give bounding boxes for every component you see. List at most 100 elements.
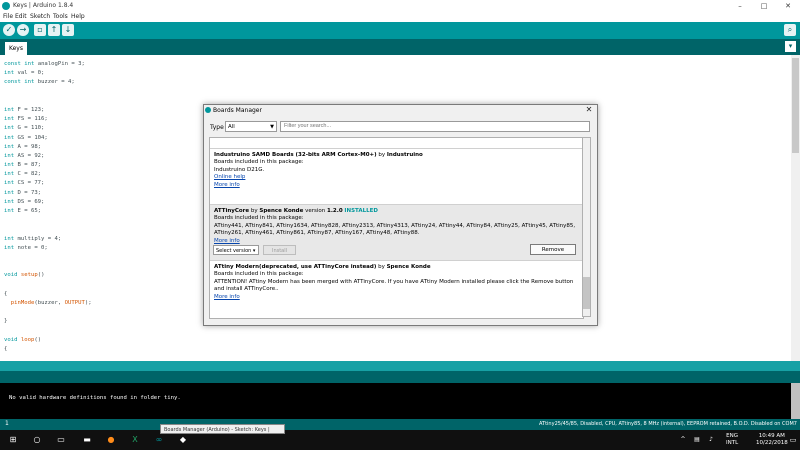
code-line: int val = 0; [4,70,45,77]
menu-file[interactable]: File [3,13,13,20]
package-description: ATTENTION! ATtiny Modern has been merged… [214,278,574,293]
boards-list-text: Industruino D21G. [214,166,265,173]
type-label: Type [210,124,224,131]
more-info-link[interactable]: More info [214,238,579,245]
dialog-close-button[interactable]: ✕ [583,105,595,115]
network-icon[interactable]: ▤ [690,433,704,447]
clock[interactable]: 10:49 AM 10/22/2018 [756,433,788,447]
tray-chevron-icon[interactable]: ^ [676,433,690,447]
list-item[interactable]: Industruino SAMD Boards (32-bits ARM Cor… [210,148,583,205]
code-line: int B = 87; [4,162,42,169]
package-version: 1.2.0 [327,208,343,214]
minimize-button[interactable]: – [728,0,752,12]
code-line: int A = 98; [4,143,42,150]
close-window-button[interactable]: ✕ [776,0,800,12]
select-version-dropdown[interactable]: Select version ▾ [213,245,259,255]
code-line: int FS = 116; [4,116,48,123]
console-scrollbar[interactable] [791,383,800,419]
lang-code: ENG [726,433,739,439]
search-icon[interactable]: ○ [30,433,44,447]
code-line: const int buzzer = 4; [4,79,75,86]
message-bar [0,371,800,383]
lang-layout: INTL [726,440,739,446]
code-line: { [4,290,8,297]
open-sketch-icon[interactable]: ↑ [48,24,60,36]
code-line: void setup() [4,272,45,279]
menu-edit[interactable]: Edit [15,13,27,20]
file-explorer-icon[interactable]: ▬ [80,433,94,447]
dialog-title: Boards Manager [213,107,262,114]
app-taskbar-icon[interactable]: ◆ [176,433,190,447]
menu-tools[interactable]: Tools [53,13,68,20]
excel-icon[interactable]: X [128,433,142,447]
line-number: 1 [5,420,9,427]
boards-label: Boards included in this package: [214,271,304,278]
boards-list-text: ATtiny441, ATtiny841, ATtiny1634, ATtiny… [214,222,576,237]
tab-row [0,39,800,55]
code-line: } [4,318,8,325]
more-info-link[interactable]: More info [214,182,579,189]
list-item[interactable]: ATtiny Modern(deprecated, use ATTinyCore… [210,260,583,318]
console-panel [0,383,800,419]
tab-keys[interactable]: Keys [5,42,27,55]
taskbar-tooltip: Boards Manager (Arduino) - Sketch: Keys … [160,424,285,434]
input-language[interactable]: ENG INTL [726,433,738,447]
code-line: int GS = 104; [4,134,48,141]
windows-start-icon[interactable]: ⊞ [6,433,20,447]
verify-icon[interactable]: ✓ [3,24,15,36]
menu-bar: File Edit Sketch Tools Help [0,12,800,22]
more-info-link[interactable]: More info [214,294,579,301]
serial-monitor-icon[interactable]: ⌕ [784,24,796,36]
online-help-link[interactable]: Online help [214,174,579,181]
editor-scroll-thumb[interactable] [792,58,799,153]
code-line: int F = 123; [4,106,45,113]
upload-icon[interactable]: → [17,24,29,36]
firefox-icon[interactable]: ● [104,433,118,447]
task-view-icon[interactable]: ▭ [54,433,68,447]
boards-label: Boards included in this package: [214,159,304,166]
maximize-button[interactable]: □ [752,0,776,12]
select-version-label: Select version [216,248,252,254]
code-line: int DS = 69; [4,198,45,205]
version-label: version [305,208,326,214]
code-line: int AS = 92; [4,152,45,159]
console-message: No valid hardware definitions found in f… [9,395,181,401]
clock-time: 10:49 AM [758,433,785,439]
type-select-value: All [228,124,235,130]
filter-search-input[interactable] [280,121,590,132]
boards-list-scroll-thumb[interactable] [583,277,590,309]
dialog-app-icon [205,107,211,113]
code-line: void loop() [4,336,42,343]
code-line: pinMode(buzzer, OUTPUT); [10,299,92,306]
code-line: int multiply = 4; [4,235,62,242]
install-button[interactable]: Install [263,245,296,255]
package-author: Spence Konde [386,264,431,270]
volume-icon[interactable]: ♪ [704,433,718,447]
console-divider[interactable] [0,361,800,371]
package-author: Industruino [386,152,423,158]
remove-button[interactable]: Remove [530,244,576,255]
code-line: int E = 65; [4,208,42,214]
window-title-bar: Keys | Arduino 1.8.4 – □ ✕ [0,0,800,12]
save-sketch-icon[interactable]: ↓ [62,24,74,36]
package-name: ATtiny Modern(deprecated, use ATTinyCore… [214,264,377,270]
code-lines: const int analogPin = 3; int val = 0; cons… [4,60,193,361]
window-title: Keys | Arduino 1.8.4 [13,2,74,9]
tab-menu-icon[interactable]: ▾ [785,41,796,52]
new-sketch-icon[interactable]: ▫ [34,24,46,36]
by-label: by [378,152,386,158]
arduino-taskbar-icon[interactable]: ∞ [152,433,166,447]
menu-help[interactable]: Help [71,13,85,20]
notifications-icon[interactable]: ▭ [786,433,800,447]
type-select[interactable]: All ▼ [225,121,277,132]
installed-badge: INSTALLED [344,208,378,214]
menu-sketch[interactable]: Sketch [30,13,50,20]
